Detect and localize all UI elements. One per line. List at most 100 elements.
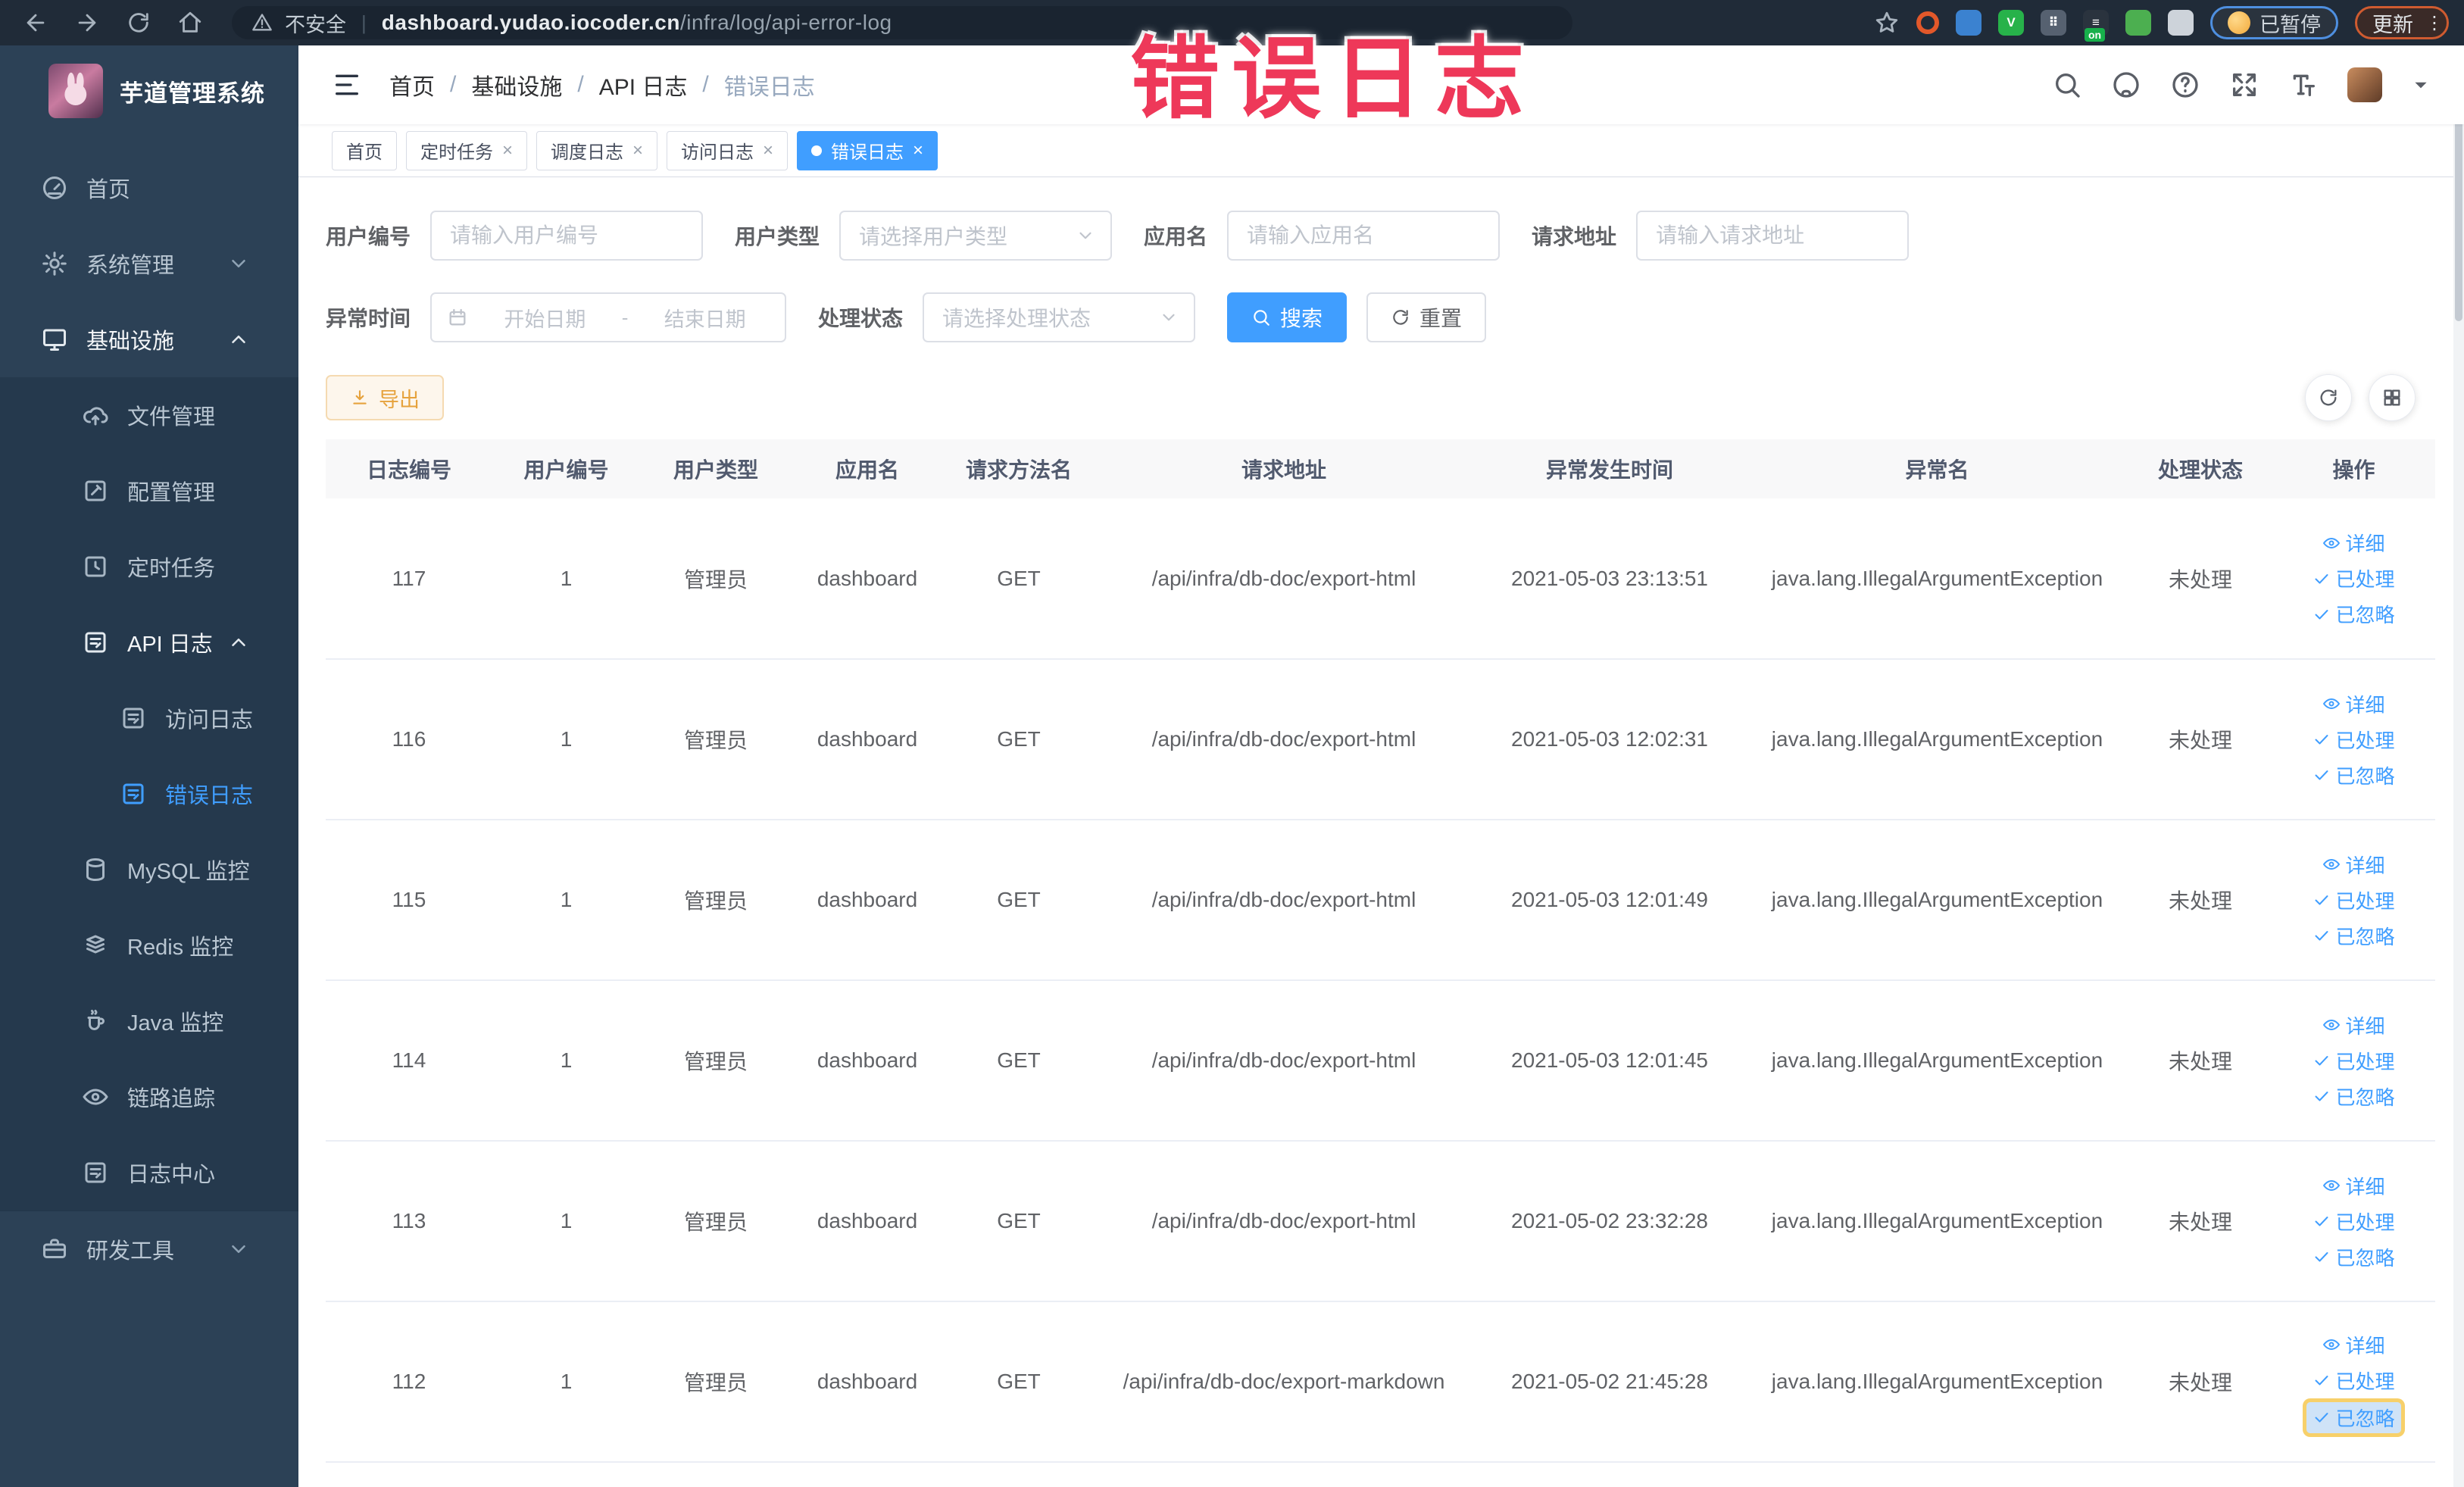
sidebar-item-java[interactable]: Java 监控 (0, 983, 298, 1059)
sidebar-item-config[interactable]: 配置管理 (0, 453, 298, 529)
action-详细[interactable]: 详细 (2322, 690, 2385, 718)
question-icon[interactable] (2170, 70, 2200, 100)
search-button[interactable]: 搜索 (1227, 292, 1348, 342)
extension-adblock-icon[interactable] (1916, 11, 1939, 34)
sidebar-item-dev-tools[interactable]: 研发工具 (0, 1211, 298, 1286)
update-button[interactable]: 更新 ⋮ (2355, 6, 2449, 39)
window-scrollbar[interactable] (2453, 45, 2464, 1487)
browser-home-icon[interactable] (177, 10, 203, 36)
tab-close-icon[interactable]: × (502, 141, 513, 160)
browser-forward-icon[interactable] (74, 10, 100, 36)
not-secure-warning-icon[interactable] (251, 12, 273, 33)
extension-switch-on-icon[interactable]: ≡ on (2083, 10, 2109, 42)
action-已忽略[interactable]: 已忽略 (2313, 1243, 2395, 1271)
address-bar[interactable]: 不安全 | dashboard.yudao.iocoder.cn/infra/l… (232, 6, 1572, 39)
sidebar-item-redis[interactable]: Redis 监控 (0, 908, 298, 983)
action-已处理[interactable]: 已处理 (2313, 1047, 2395, 1075)
user-menu-caret-icon[interactable] (2411, 75, 2431, 95)
action-已处理[interactable]: 已处理 (2313, 726, 2395, 754)
sidebar-item-mysql[interactable]: MySQL 监控 (0, 832, 298, 908)
tab-访问日志[interactable]: 访问日志 × (667, 130, 789, 170)
user-id-input[interactable] (430, 211, 704, 261)
sidebar-item-api-log[interactable]: API 日志 (0, 604, 298, 680)
action-已处理[interactable]: 已处理 (2313, 886, 2395, 914)
column-header: 日志编号 (326, 439, 492, 498)
extension-leaf-icon[interactable] (2125, 10, 2151, 36)
tab-close-icon[interactable]: × (913, 141, 923, 160)
action-详细[interactable]: 详细 (2322, 851, 2385, 879)
tab-首页[interactable]: 首页 (332, 130, 397, 170)
sidebar-item-home[interactable]: 首页 (0, 150, 298, 226)
tab-close-icon[interactable]: × (763, 141, 773, 160)
url-text[interactable]: dashboard.yudao.iocoder.cn/infra/log/api… (382, 11, 892, 35)
tab-close-icon[interactable]: × (632, 141, 643, 160)
extension-v-green-icon[interactable]: V (1998, 10, 2024, 36)
extension-shield-icon[interactable] (1956, 10, 1982, 36)
action-详细[interactable]: 详细 (2322, 529, 2385, 557)
breadcrumb-item[interactable]: 首页 (389, 68, 435, 102)
breadcrumb-item[interactable]: 基础设施 (471, 68, 562, 102)
not-secure-label[interactable]: 不安全 (285, 8, 346, 38)
sidebar-item-label: MySQL 监控 (127, 860, 250, 884)
tab-错误日志[interactable]: 错误日志 × (797, 130, 938, 170)
sidebar-item-label: 错误日志 (165, 784, 254, 808)
chevron-down-icon (227, 1238, 250, 1261)
user-type-select[interactable]: 请选择用户类型 (839, 211, 1113, 261)
cell-url: /api/infra/db-doc/export-html (1095, 498, 1473, 660)
user-avatar[interactable] (2347, 67, 2382, 102)
action-详细[interactable]: 详细 (2322, 1172, 2385, 1200)
app-name-input[interactable] (1227, 211, 1501, 261)
bookmark-star-icon[interactable] (1874, 10, 1900, 36)
extension-grid-apps-icon[interactable]: ⠿ (2041, 10, 2066, 36)
action-已忽略[interactable]: 已忽略 (2313, 922, 2395, 950)
browser-back-icon[interactable] (23, 10, 48, 36)
action-已处理[interactable]: 已处理 (2313, 1207, 2395, 1236)
export-button[interactable]: 导出 (326, 375, 444, 420)
action-详细[interactable]: 详细 (2322, 1011, 2385, 1039)
breadcrumb-separator: / (450, 72, 457, 97)
tab-定时任务[interactable]: 定时任务 × (406, 130, 528, 170)
github-icon[interactable] (2111, 70, 2141, 100)
column-header: 异常名 (1746, 439, 2128, 498)
fullscreen-icon[interactable] (2229, 70, 2259, 100)
eye-icon (82, 1083, 109, 1111)
sidebar-item-job[interactable]: 定时任务 (0, 529, 298, 604)
action-已处理[interactable]: 已处理 (2313, 1367, 2395, 1395)
action-已忽略[interactable]: 已忽略 (2306, 1401, 2401, 1433)
request-url-input[interactable] (1636, 211, 1910, 261)
exception-time-label: 异常时间 (326, 307, 411, 330)
action-已忽略[interactable]: 已忽略 (2313, 1082, 2395, 1111)
collapse-sidebar-icon[interactable] (332, 70, 362, 100)
update-menu-dots-icon: ⋮ (2425, 12, 2444, 33)
refresh-icon (2318, 387, 2339, 408)
browser-reload-icon[interactable] (126, 10, 151, 36)
action-已处理[interactable]: 已处理 (2313, 564, 2395, 592)
exception-time-range-input[interactable]: 开始日期 - 结束日期 (430, 292, 787, 342)
action-详细[interactable]: 详细 (2322, 1331, 2385, 1359)
sidebar-item-error-log[interactable]: 错误日志 (0, 756, 298, 832)
sidebar-item-access-log[interactable]: 访问日志 (0, 680, 298, 756)
action-已忽略[interactable]: 已忽略 (2313, 761, 2395, 789)
process-status-select[interactable]: 请选择处理状态 (923, 292, 1196, 342)
sidebar-item-label: 日志中心 (127, 1163, 216, 1187)
action-label: 已处理 (2335, 1211, 2395, 1234)
column-visibility-button[interactable] (2369, 374, 2416, 421)
tab-label: 定时任务 (420, 142, 493, 163)
reset-button[interactable]: 重置 (1366, 292, 1487, 342)
profile-chip[interactable]: 已暂停 (2210, 6, 2338, 39)
tab-调度日志[interactable]: 调度日志 × (536, 130, 658, 170)
sidebar-item-log-center[interactable]: 日志中心 (0, 1135, 298, 1211)
breadcrumb-item[interactable]: API 日志 (599, 68, 688, 102)
user-type-placeholder: 请选择用户类型 (859, 225, 1008, 248)
sidebar-item-file[interactable]: 文件管理 (0, 377, 298, 453)
font-size-icon[interactable] (2288, 70, 2319, 100)
breadcrumb: 首页 / 基础设施 / API 日志 / 错误日志 (389, 68, 815, 102)
extension-puzzle-icon[interactable] (2168, 10, 2194, 36)
sidebar-item-trace[interactable]: 链路追踪 (0, 1059, 298, 1135)
action-已忽略[interactable]: 已忽略 (2313, 600, 2395, 628)
logo-row[interactable]: 芋道管理系统 (0, 45, 298, 136)
refresh-table-button[interactable] (2305, 374, 2352, 421)
search-icon[interactable] (2052, 70, 2082, 100)
sidebar-item-infra[interactable]: 基础设施 (0, 301, 298, 377)
sidebar-item-system[interactable]: 系统管理 (0, 226, 298, 301)
